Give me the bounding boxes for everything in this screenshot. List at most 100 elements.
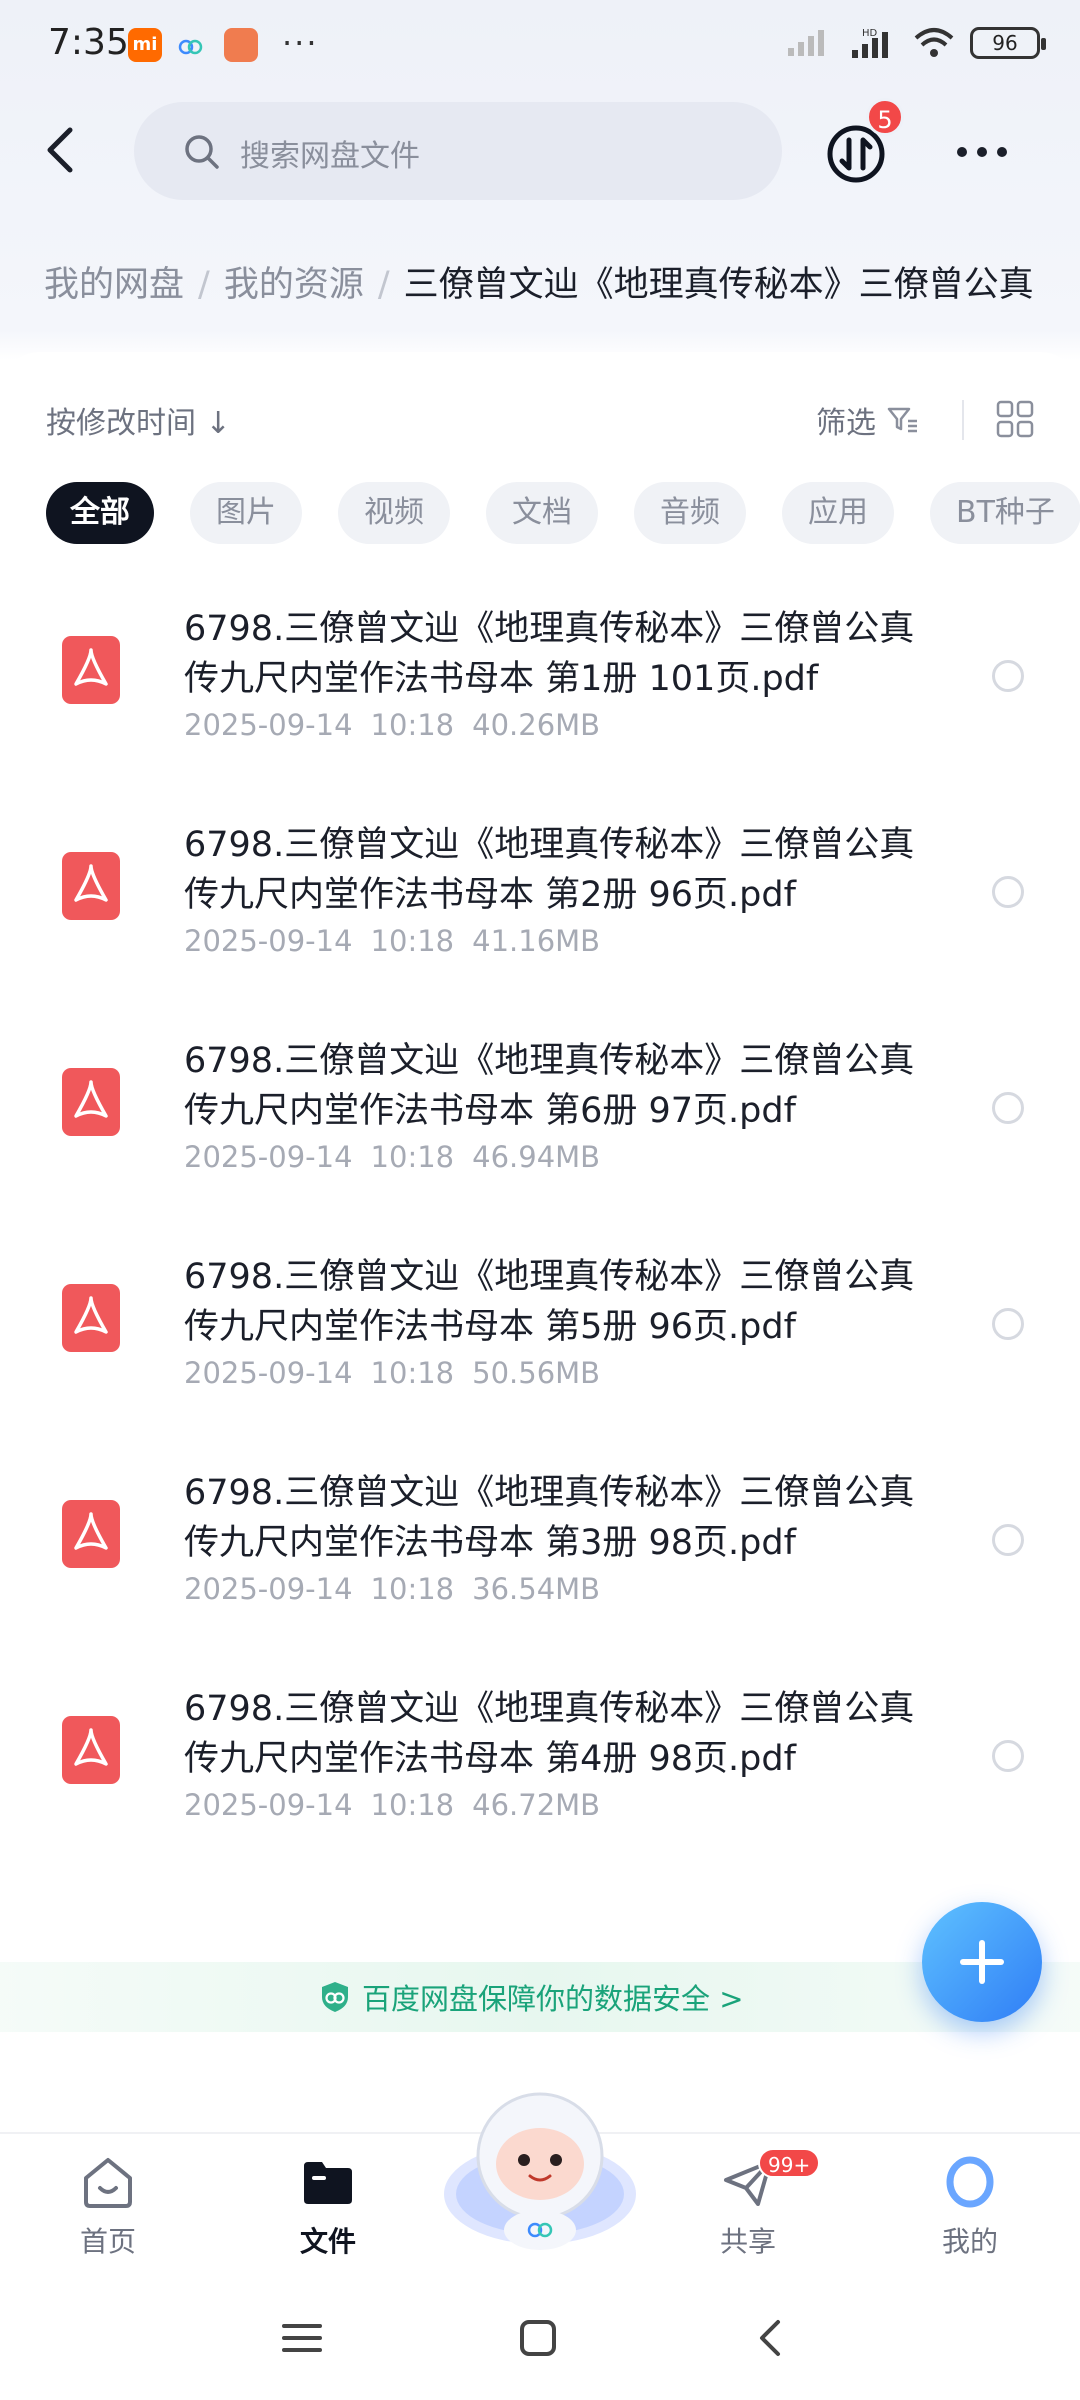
file-meta: 2025-09-14 10:18 36.54MB bbox=[184, 1572, 618, 1606]
back-button[interactable] bbox=[34, 122, 90, 178]
wifi-icon bbox=[914, 28, 954, 57]
home-square-icon[interactable] bbox=[508, 2308, 568, 2368]
breadcrumb-separator: / bbox=[377, 265, 390, 305]
more-options-button[interactable] bbox=[952, 132, 1012, 172]
plus-icon bbox=[979, 1940, 985, 1984]
file-row[interactable]: 6798.三僚曾文辿《地理真传秘本》三僚曾公真传九尺内堂作法书母本 第1册 10… bbox=[0, 584, 1080, 800]
file-select-checkbox[interactable] bbox=[992, 660, 1024, 692]
file-date: 2025-09-14 bbox=[184, 1572, 353, 1606]
file-name: 6798.三僚曾文辿《地理真传秘本》三僚曾公真传九尺内堂作法书母本 第5册 96… bbox=[184, 1257, 915, 1347]
file-date: 2025-09-14 bbox=[184, 924, 353, 958]
search-icon bbox=[185, 135, 219, 169]
system-navigation-bar bbox=[0, 2282, 1080, 2400]
breadcrumb: 我的网盘 / 我的资源 / 三僚曾文辿《地理真传秘本》三僚曾公真 bbox=[44, 256, 1080, 316]
add-button[interactable] bbox=[922, 1902, 1042, 2022]
file-select-checkbox[interactable] bbox=[992, 1092, 1024, 1124]
nav-files-label: 文件 bbox=[299, 2225, 356, 2258]
back-arrow-icon[interactable] bbox=[742, 2308, 802, 2368]
file-date: 2025-09-14 bbox=[184, 1788, 353, 1822]
file-select-checkbox[interactable] bbox=[992, 1524, 1024, 1556]
tab-documents[interactable]: 文档 bbox=[486, 482, 598, 544]
breadcrumb-separator: / bbox=[198, 265, 210, 305]
folder-icon bbox=[304, 2162, 352, 2204]
home-icon bbox=[84, 2158, 132, 2208]
security-banner[interactable]: 百度网盘保障你的数据安全 > bbox=[0, 1962, 1080, 2032]
file-name: 6798.三僚曾文辿《地理真传秘本》三僚曾公真传九尺内堂作法书母本 第6册 97… bbox=[184, 1041, 915, 1131]
file-size: 40.26MB bbox=[472, 708, 601, 742]
sort-button[interactable]: 按修改时间 ↓ bbox=[46, 398, 231, 442]
nav-home[interactable]: 首页 bbox=[38, 2152, 178, 2260]
pdf-file-icon bbox=[62, 1068, 120, 1136]
nav-me[interactable]: 我的 bbox=[900, 2152, 1040, 2260]
file-select-checkbox[interactable] bbox=[992, 876, 1024, 908]
status-time: 7:35 bbox=[48, 22, 129, 63]
signal-icon-sim2 bbox=[788, 30, 824, 56]
file-meta: 2025-09-14 10:18 46.94MB bbox=[184, 1140, 618, 1174]
tab-images[interactable]: 图片 bbox=[190, 482, 302, 544]
file-time: 10:18 bbox=[370, 708, 455, 742]
nav-files[interactable]: 文件 bbox=[258, 2152, 398, 2260]
file-name: 6798.三僚曾文辿《地理真传秘本》三僚曾公真传九尺内堂作法书母本 第2册 96… bbox=[184, 825, 915, 915]
file-select-checkbox[interactable] bbox=[992, 1740, 1024, 1772]
ai-assistant-button[interactable] bbox=[442, 2074, 638, 2254]
battery-icon: 96 bbox=[970, 27, 1046, 59]
pdf-file-icon bbox=[62, 1500, 120, 1568]
toolbar-divider bbox=[962, 400, 964, 440]
file-time: 10:18 bbox=[370, 924, 455, 958]
file-time: 10:18 bbox=[370, 1140, 455, 1174]
pdf-file-icon bbox=[62, 852, 120, 920]
file-select-checkbox[interactable] bbox=[992, 1308, 1024, 1340]
tab-bt-torrents[interactable]: BT种子 bbox=[930, 482, 1080, 544]
security-link[interactable]: 百度网盘保障你的数据安全 > bbox=[318, 1976, 744, 2018]
file-size: 41.16MB bbox=[472, 924, 601, 958]
share-badge: 99+ bbox=[758, 2148, 821, 2178]
breadcrumb-item-my-resources[interactable]: 我的资源 bbox=[224, 265, 364, 305]
file-name: 6798.三僚曾文辿《地理真传秘本》三僚曾公真传九尺内堂作法书母本 第3册 98… bbox=[184, 1473, 915, 1563]
svg-text:HD: HD bbox=[862, 28, 878, 39]
grid-view-button[interactable] bbox=[996, 400, 1034, 438]
filter-label: 筛选 bbox=[816, 406, 876, 441]
file-meta: 2025-09-14 10:18 40.26MB bbox=[184, 708, 618, 742]
mi-app-icon: mi bbox=[128, 28, 162, 62]
file-row[interactable]: 6798.三僚曾文辿《地理真传秘本》三僚曾公真传九尺内堂作法书母本 第6册 97… bbox=[0, 1016, 1080, 1232]
tab-apps[interactable]: 应用 bbox=[782, 482, 894, 544]
file-size: 46.72MB bbox=[472, 1788, 601, 1822]
filter-button[interactable]: 筛选 bbox=[816, 398, 920, 442]
shopping-app-icon bbox=[224, 28, 258, 62]
tab-videos[interactable]: 视频 bbox=[338, 482, 450, 544]
tab-audio[interactable]: 音频 bbox=[634, 482, 746, 544]
top-bar: 搜索网盘文件 5 bbox=[0, 96, 1080, 206]
search-input[interactable]: 搜索网盘文件 bbox=[134, 102, 782, 200]
file-size: 46.94MB bbox=[472, 1140, 601, 1174]
file-date: 2025-09-14 bbox=[184, 1356, 353, 1390]
shield-icon bbox=[322, 1982, 348, 2012]
nav-share-label: 共享 bbox=[719, 2225, 776, 2258]
file-time: 10:18 bbox=[370, 1788, 455, 1822]
baidu-cloud-icon bbox=[178, 39, 203, 55]
security-text: 百度网盘保障你的数据安全 > bbox=[362, 1982, 744, 2016]
more-notifications-icon: ··· bbox=[282, 24, 319, 62]
status-bar: 7:35 mi ··· HD 96 bbox=[0, 0, 1080, 92]
file-name: 6798.三僚曾文辿《地理真传秘本》三僚曾公真传九尺内堂作法书母本 第1册 10… bbox=[184, 609, 915, 699]
breadcrumb-item-my-disk[interactable]: 我的网盘 bbox=[44, 265, 184, 305]
file-time: 10:18 bbox=[370, 1356, 455, 1390]
search-placeholder: 搜索网盘文件 bbox=[240, 139, 420, 174]
file-name: 6798.三僚曾文辿《地理真传秘本》三僚曾公真传九尺内堂作法书母本 第4册 98… bbox=[184, 1689, 915, 1779]
file-size: 36.54MB bbox=[472, 1572, 601, 1606]
file-row[interactable]: 6798.三僚曾文辿《地理真传秘本》三僚曾公真传九尺内堂作法书母本 第4册 98… bbox=[0, 1664, 1080, 1880]
file-size: 50.56MB bbox=[472, 1356, 601, 1390]
menu-icon[interactable] bbox=[272, 2308, 332, 2368]
file-row[interactable]: 6798.三僚曾文辿《地理真传秘本》三僚曾公真传九尺内堂作法书母本 第5册 96… bbox=[0, 1232, 1080, 1448]
nav-home-label: 首页 bbox=[79, 2225, 136, 2258]
file-row[interactable]: 6798.三僚曾文辿《地理真传秘本》三僚曾公真传九尺内堂作法书母本 第2册 96… bbox=[0, 800, 1080, 1016]
nav-share[interactable]: 99+ 共享 bbox=[678, 2148, 821, 2260]
signal-icon-hd: HD bbox=[852, 28, 888, 58]
file-date: 2025-09-14 bbox=[184, 708, 353, 742]
pdf-file-icon bbox=[62, 636, 120, 704]
filter-icon bbox=[887, 407, 917, 433]
file-meta: 2025-09-14 10:18 50.56MB bbox=[184, 1356, 618, 1390]
pdf-file-icon bbox=[62, 1716, 120, 1784]
file-meta: 2025-09-14 10:18 41.16MB bbox=[184, 924, 618, 958]
tab-all[interactable]: 全部 bbox=[46, 482, 154, 544]
file-row[interactable]: 6798.三僚曾文辿《地理真传秘本》三僚曾公真传九尺内堂作法书母本 第3册 98… bbox=[0, 1448, 1080, 1664]
